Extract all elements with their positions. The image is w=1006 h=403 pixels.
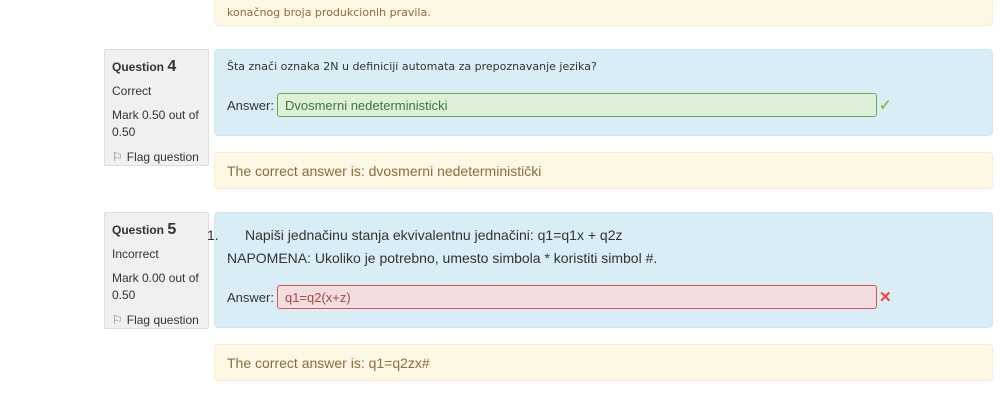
question-number: 5 — [167, 221, 177, 238]
correct-answer-text: The correct answer is: q1=q2zx# — [227, 354, 430, 371]
question-state: Incorrect — [112, 247, 159, 261]
flag-question-button[interactable]: ⚐ Flag question — [112, 312, 201, 329]
question-mark-max: 0.50 — [112, 125, 136, 139]
flag-icon: ⚐ — [112, 313, 123, 327]
correct-answer-text: The correct answer is: dvosmerni nedeter… — [227, 162, 542, 179]
question-5-feedback: The correct answer is: q1=q2zx# — [214, 344, 993, 381]
question-text: Šta znači oznaka 2N u definiciji automat… — [227, 60, 597, 73]
previous-feedback-text: konačnog broja produkcionih pravila. — [227, 5, 431, 19]
question-4-feedback: The correct answer is: dvosmerni nedeter… — [214, 152, 993, 189]
answer-input[interactable]: q1=q2(x+z) — [276, 285, 877, 309]
question-mark: Mark 0.50 out of — [112, 108, 199, 122]
question-number: 4 — [167, 58, 177, 75]
previous-feedback: konačnog broja produkcionih pravila. — [214, 0, 993, 26]
question-4-info: Question 4 Correct Mark 0.50 out of 0.50 … — [104, 49, 209, 166]
flag-question-button[interactable]: ⚐ Flag question — [112, 149, 201, 166]
answer-label: Answer: — [227, 97, 274, 113]
question-label: Question — [112, 223, 165, 237]
question-4-content: Šta znači oznaka 2N u definiciji automat… — [214, 49, 993, 136]
flag-icon: ⚐ — [112, 150, 123, 164]
question-5-info: Question 5 Incorrect Mark 0.00 out of 0.5… — [104, 212, 209, 329]
question-mark: Mark 0.00 out of — [112, 271, 199, 285]
list-number: 1. — [207, 227, 219, 243]
answer-input[interactable]: Dvosmerni nedeterministicki — [276, 93, 877, 117]
question-note: NAPOMENA: Ukoliko je potrebno, umesto si… — [227, 250, 658, 266]
answer-label: Answer: — [227, 289, 274, 305]
question-text: Napiši jednačinu stanja ekvivalentnu jed… — [245, 227, 623, 243]
flag-label: Flag question — [126, 313, 199, 327]
check-icon: ✓ — [878, 97, 892, 114]
question-state: Correct — [112, 84, 152, 98]
question-mark-max: 0.50 — [112, 288, 136, 302]
flag-label: Flag question — [126, 150, 199, 164]
cross-icon: ✕ — [878, 289, 892, 306]
question-label: Question — [112, 60, 165, 74]
question-5-content: 1. Napiši jednačinu stanja ekvivalentnu … — [207, 212, 993, 328]
